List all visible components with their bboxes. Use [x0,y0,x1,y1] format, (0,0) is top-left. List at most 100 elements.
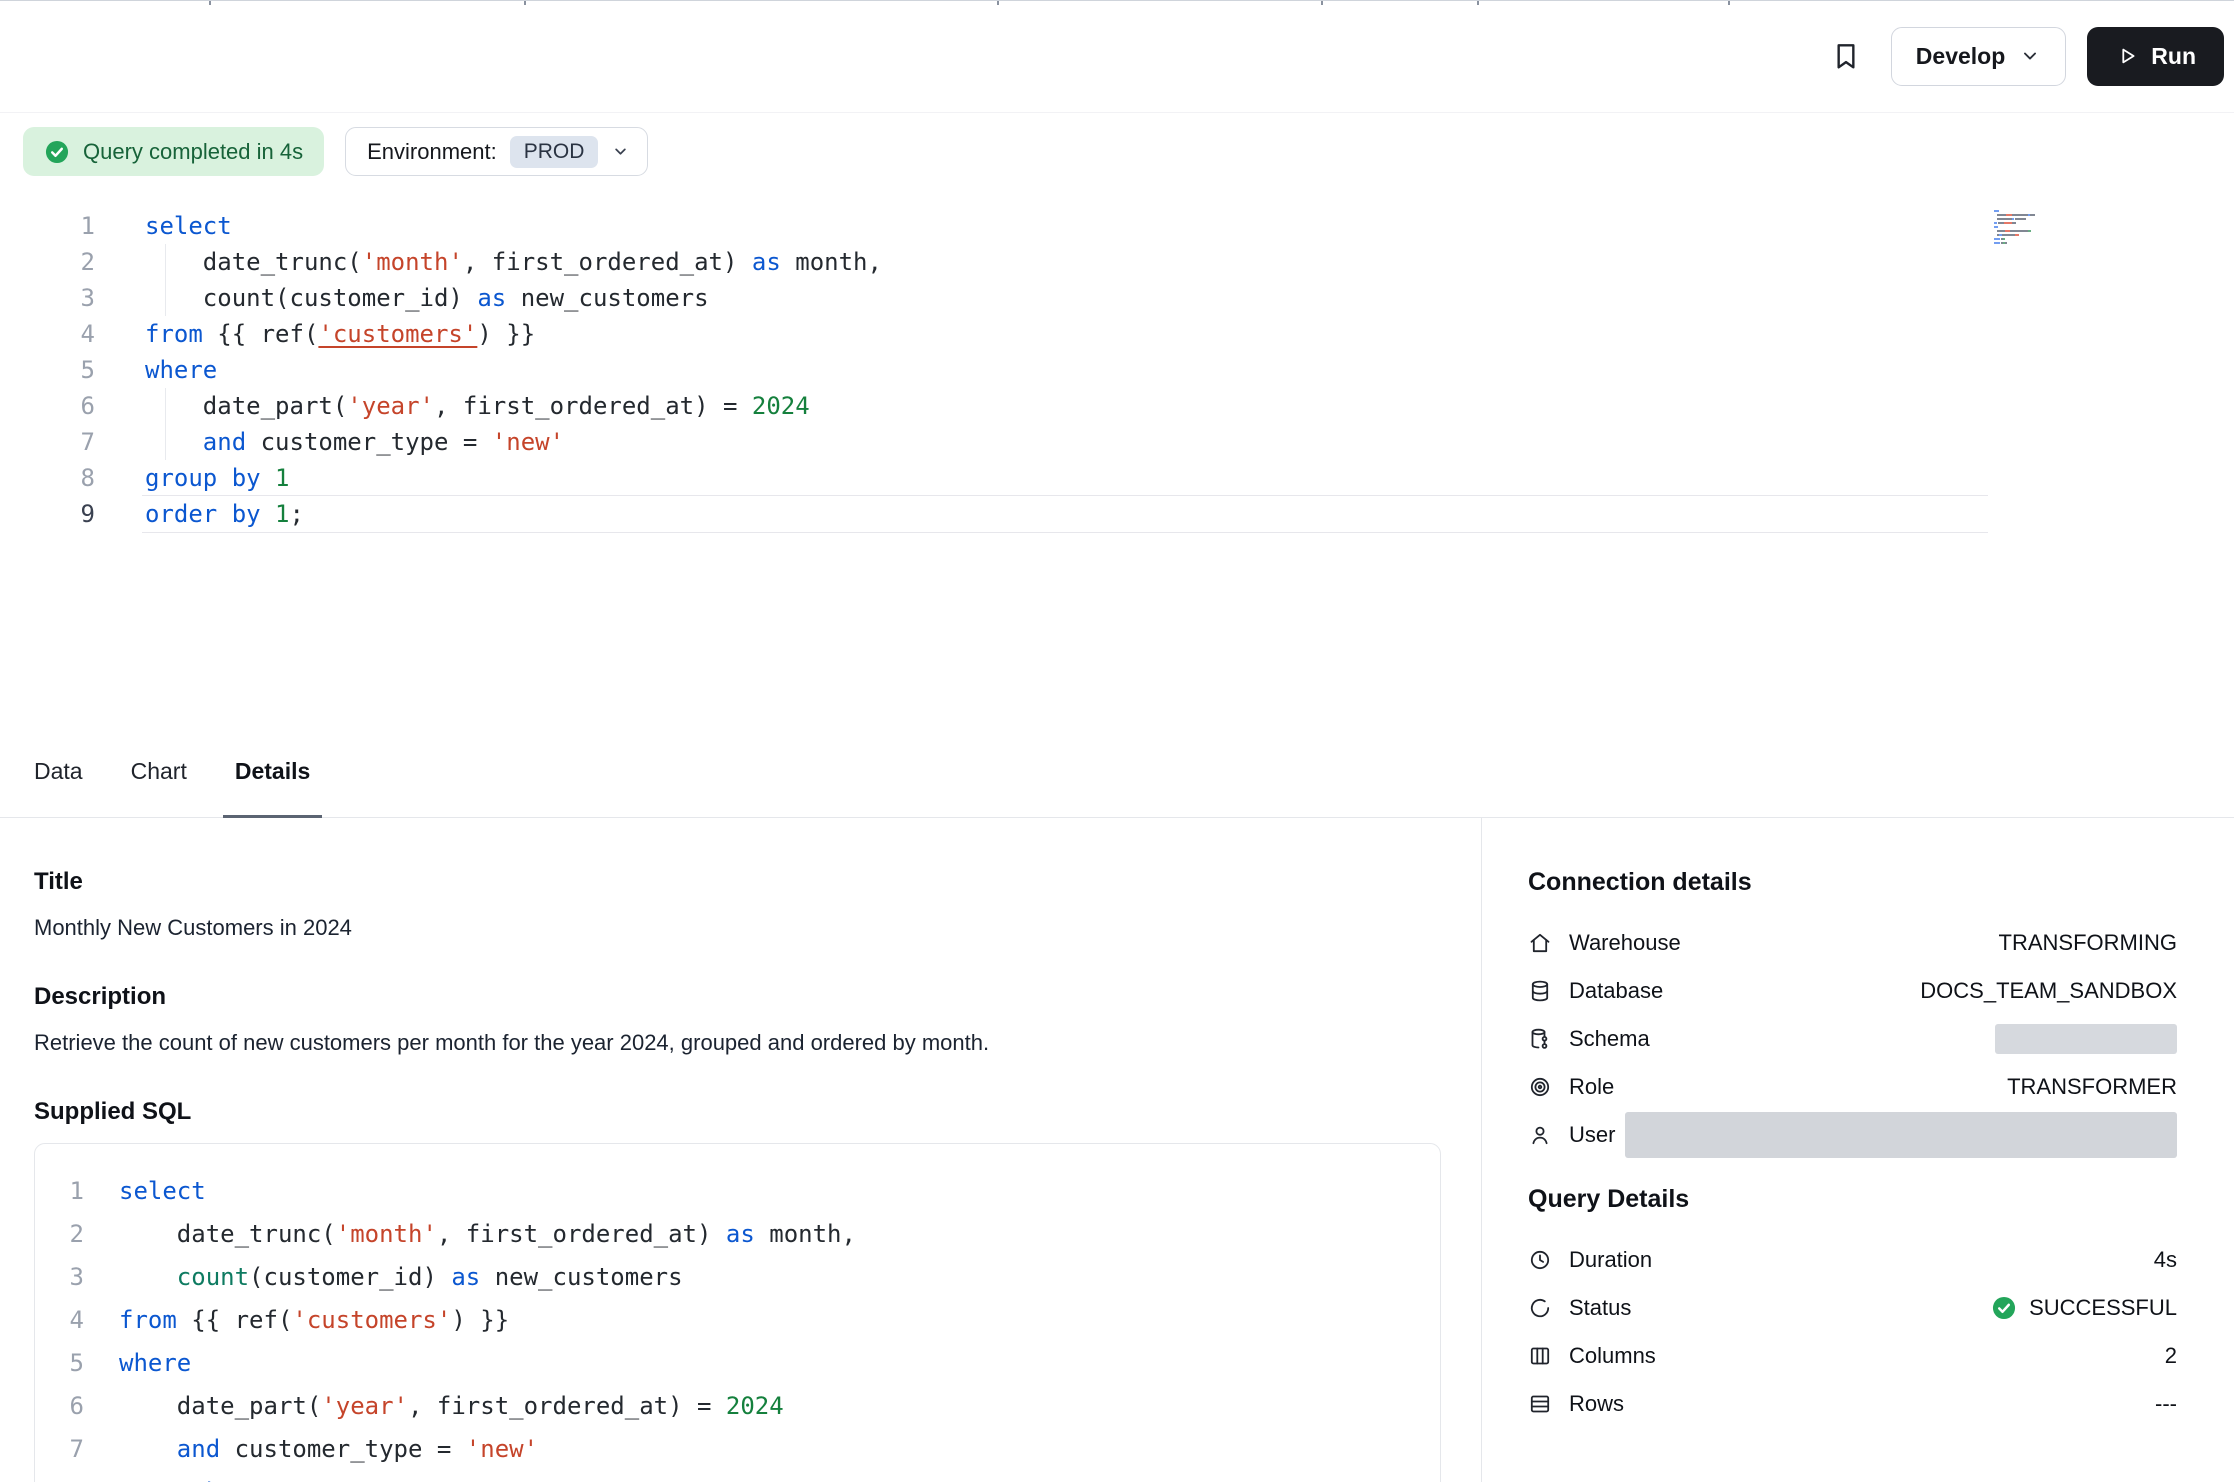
bookmark-icon [1830,40,1862,72]
code-text: where [84,1342,191,1385]
code-line-4[interactable]: 4from {{ ref('customers') }} [0,316,2234,352]
line-number: 1 [0,208,95,244]
environment-selector[interactable]: Environment: PROD [345,127,648,176]
details-sidebar: Connection details WarehouseTRANSFORMING… [1481,818,2234,1482]
supplied-sql-heading: Supplied SQL [34,1098,1441,1126]
code-text: select [95,208,232,244]
bookmark-button[interactable] [1823,33,1869,79]
detail-label: Status [1569,1295,1991,1321]
code-line-3[interactable]: 3 count(customer_id) as new_customers [0,280,2234,316]
tab-divider [1321,1,1323,5]
code-line-3[interactable]: 3 count(customer_id) as new_customers [35,1256,1440,1299]
code-text: date_part('year', first_ordered_at) = 20… [84,1385,784,1428]
line-number: 4 [0,316,95,352]
status-bar: Query completed in 4s Environment: PROD [0,113,2234,176]
code-line-4[interactable]: 4from {{ ref('customers') }} [35,1299,1440,1342]
app-root: Develop Run Query completed in 4s Enviro… [0,0,2234,1482]
redacted-value [1625,1112,2177,1158]
role-icon [1528,1075,1552,1099]
code-line-5[interactable]: 5where [35,1342,1440,1385]
code-line-5[interactable]: 5where [0,352,2234,388]
code-text: date_part('year', first_ordered_at) = 20… [95,388,810,424]
detail-row-user: User [1528,1111,2177,1159]
code-text: group by 1 [95,460,290,496]
run-label: Run [2151,43,2196,70]
chevron-down-icon [611,142,630,161]
title-heading: Title [34,868,1441,896]
redacted-value [1995,1024,2177,1054]
develop-menu-button[interactable]: Develop [1891,27,2066,86]
code-text: select [84,1170,206,1213]
detail-label: Duration [1569,1247,2154,1273]
tab-divider [524,1,526,5]
run-button[interactable]: Run [2087,27,2224,86]
code-text: count(customer_id) as new_customers [84,1256,683,1299]
code-line-6[interactable]: 6 date_part('year', first_ordered_at) = … [35,1385,1440,1428]
query-details-rows: Duration4sStatusSUCCESSFULColumns2Rows--… [1528,1236,2177,1428]
result-tabs: Data Chart Details [0,726,2234,818]
line-number: 2 [35,1213,84,1256]
code-text: count(customer_id) as new_customers [95,280,709,316]
play-icon [2115,44,2139,68]
tab-divider [1728,1,1730,5]
detail-label: Columns [1569,1343,2165,1369]
connection-details-rows: WarehouseTRANSFORMING DatabaseDOCS_TEAM_S… [1528,919,2177,1159]
line-number: 7 [35,1428,84,1471]
connection-details-heading: Connection details [1528,868,2177,897]
code-line-1[interactable]: 1select [35,1170,1440,1213]
tab-data[interactable]: Data [22,726,95,817]
detail-row-duration: Duration4s [1528,1236,2177,1284]
sql-editor[interactable]: 1select2 date_trunc('month', first_order… [0,194,2234,726]
detail-value: TRANSFORMER [2007,1074,2177,1100]
top-tab-strip [0,0,2234,4]
code-line-7[interactable]: 7 and customer_type = 'new' [35,1428,1440,1471]
code-text: and customer_type = 'new' [84,1428,538,1471]
description-heading: Description [34,983,1441,1011]
code-text: where [95,352,217,388]
code-text: order by 1; [95,496,304,532]
editor-lines: 1select2 date_trunc('month', first_order… [0,208,2234,532]
editor-minimap[interactable] [1994,210,2098,244]
detail-row-role: RoleTRANSFORMER [1528,1063,2177,1111]
code-text: date_trunc('month', first_ordered_at) as… [95,244,882,280]
tab-details[interactable]: Details [223,726,322,817]
status-icon [1528,1296,1552,1320]
detail-label: Schema [1569,1026,1995,1052]
line-number: 3 [0,280,95,316]
tab-divider [1477,1,1479,5]
detail-label: Database [1569,978,1920,1004]
line-number: 2 [0,244,95,280]
code-text: from {{ ref('customers') }} [84,1299,509,1342]
check-circle-icon [44,139,70,165]
description-value: Retrieve the count of new customers per … [34,1028,1441,1058]
warehouse-icon [1528,931,1552,955]
tab-chart[interactable]: Chart [119,726,199,817]
code-line-7[interactable]: 7 and customer_type = 'new' [0,424,2234,460]
line-number: 8 [0,460,95,496]
code-line-9[interactable]: 9order by 1; [0,496,2234,532]
detail-row-rows: Rows--- [1528,1380,2177,1428]
code-line-6[interactable]: 6 date_part('year', first_ordered_at) = … [0,388,2234,424]
detail-label: Warehouse [1569,930,1999,956]
supplied-sql-block: 1select2 date_trunc('month', first_order… [34,1143,1441,1482]
line-number: 8 [35,1471,84,1482]
tab-divider [997,1,999,5]
code-line-2[interactable]: 2 date_trunc('month', first_ordered_at) … [35,1213,1440,1256]
detail-value: TRANSFORMING [1999,930,2177,956]
database-icon [1528,979,1552,1003]
code-text: group by 1 [84,1471,264,1482]
query-status-pill: Query completed in 4s [23,127,324,176]
chevron-down-icon [2019,45,2041,67]
code-line-2[interactable]: 2 date_trunc('month', first_ordered_at) … [0,244,2234,280]
code-line-8[interactable]: 8group by 1 [0,460,2234,496]
code-text: from {{ ref('customers') }} [95,316,535,352]
code-line-8[interactable]: 8group by 1 [35,1471,1440,1482]
code-line-1[interactable]: 1select [0,208,2234,244]
code-text: and customer_type = 'new' [95,424,564,460]
detail-label: Role [1569,1074,2007,1100]
schema-icon [1528,1027,1552,1051]
line-number: 5 [0,352,95,388]
environment-label: Environment: [367,139,497,165]
detail-row-database: DatabaseDOCS_TEAM_SANDBOX [1528,967,2177,1015]
success-check-icon [1991,1295,2017,1321]
